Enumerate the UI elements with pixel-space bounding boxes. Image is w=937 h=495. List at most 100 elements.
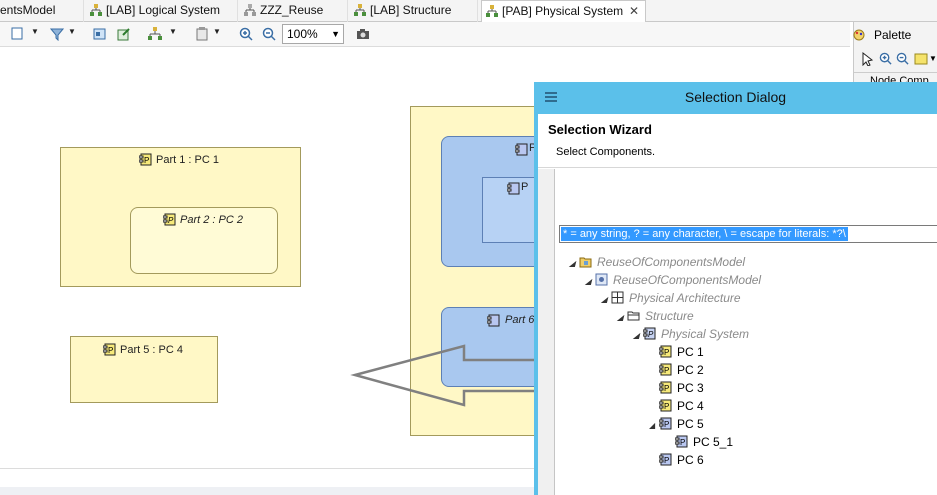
zoom-in-icon[interactable] — [239, 27, 253, 41]
tab-lab-logical-system[interactable]: [LAB] Logical System — [86, 0, 238, 22]
svg-text:P: P — [680, 438, 685, 447]
chevron-down-icon[interactable]: ▼ — [213, 27, 221, 36]
camera-icon[interactable] — [356, 27, 370, 41]
tab-zzz-reuse[interactable]: ZZZ_Reuse — [240, 0, 348, 22]
part-2-box[interactable]: P Part 2 : PC 2 — [130, 207, 278, 274]
expand-arrow-icon[interactable]: ◢ — [633, 328, 643, 344]
tab-label: ZZZ_Reuse — [260, 3, 324, 17]
close-icon[interactable]: ✕ — [629, 1, 639, 21]
diagram-icon — [90, 4, 102, 16]
part-5-title: P Part 5 : PC 4 — [103, 343, 183, 356]
diagram-toolbar: ▼ ▼ ▼ ▼ 100% ▼ — [0, 22, 850, 47]
part-6-title: Part 6 — [505, 314, 535, 326]
chevron-down-icon[interactable]: ▼ — [31, 27, 39, 36]
part-1-box[interactable]: P Part 1 : PC 1 P Part 2 : PC 2 — [60, 147, 301, 287]
expand-arrow-icon[interactable]: ◢ — [601, 292, 611, 308]
tree-item[interactable]: ◢ ReuseOfComponentsModel — [585, 272, 761, 288]
edit-icon[interactable] — [117, 27, 131, 41]
wizard-header: Selection Wizard Select Components. — [538, 114, 937, 168]
diagram-icon — [486, 5, 498, 17]
tree-item[interactable]: P PC 6 — [649, 452, 704, 468]
filter-icon[interactable] — [50, 27, 64, 41]
physical-node-icon: P — [658, 417, 672, 430]
tree-item[interactable]: P PC 4 — [649, 398, 704, 414]
tree-item[interactable]: ◢ P Physical System — [633, 326, 749, 342]
svg-text:P: P — [664, 384, 669, 393]
clipboard-icon[interactable] — [195, 27, 209, 41]
tree-item-label: PC 3 — [677, 381, 704, 395]
tree-item[interactable]: P PC 5_1 — [665, 434, 733, 450]
tree-item-label: Structure — [645, 309, 694, 323]
filter-text: * = any string, ? = any character, \ = e… — [561, 227, 848, 241]
selection-dialog: Selection Dialog Selection Wizard Select… — [534, 82, 937, 495]
component-tree-panel[interactable]: * = any string, ? = any character, \ = e… — [554, 169, 937, 495]
arrange-icon[interactable] — [148, 27, 162, 41]
physical-component-icon: P — [658, 381, 672, 394]
expand-arrow-icon[interactable]: ◢ — [649, 418, 659, 434]
physical-component-icon: P — [103, 343, 116, 356]
scrollbar-track — [0, 487, 537, 495]
note-icon[interactable] — [914, 53, 928, 65]
physical-node-icon — [507, 182, 520, 195]
tree-item-label: PC 5_1 — [693, 435, 734, 449]
wizard-subtitle: Select Components. — [556, 146, 656, 158]
expand-arrow-icon[interactable]: ◢ — [617, 310, 627, 326]
model-icon — [595, 273, 608, 286]
palette-divider — [854, 72, 937, 73]
dialog-title: Selection Dialog — [684, 89, 787, 105]
tree-item[interactable]: P PC 3 — [649, 380, 704, 396]
tree-item-label: PC 4 — [677, 399, 704, 413]
palette-icon — [853, 29, 865, 41]
svg-text:P: P — [664, 348, 669, 357]
tree-item-label: ReuseOfComponentsModel — [597, 255, 746, 269]
chevron-down-icon[interactable]: ▼ — [929, 54, 937, 63]
palette-title: Palette — [874, 28, 912, 42]
svg-text:P: P — [664, 456, 669, 465]
diagram-icon — [244, 4, 256, 16]
palette-panel: Palette ▼ Node Comp — [853, 22, 937, 87]
tab-label: [LAB] Structure — [370, 3, 452, 17]
physical-component-icon: P — [139, 153, 152, 166]
svg-text:P: P — [144, 156, 149, 165]
zoom-out-icon[interactable] — [896, 52, 909, 65]
zoom-level-select[interactable]: 100% ▼ — [282, 24, 344, 44]
chevron-down-icon[interactable]: ▼ — [68, 27, 76, 36]
svg-text:P: P — [108, 346, 113, 355]
physical-node-icon: P — [658, 453, 672, 466]
zoom-in-icon[interactable] — [879, 52, 892, 65]
wizard-title: Selection Wizard — [548, 122, 652, 137]
part-5-box[interactable]: P Part 5 : PC 4 — [70, 336, 218, 403]
physical-node-icon — [515, 143, 528, 156]
physical-component-icon: P — [658, 345, 672, 358]
tree-item-label: PC 1 — [677, 345, 704, 359]
tree-item-label: PC 2 — [677, 363, 704, 377]
tab-pab-physical-system[interactable]: [PAB] Physical System ✕ — [481, 0, 646, 23]
physical-system-icon: P — [642, 327, 656, 340]
zoom-out-icon[interactable] — [262, 27, 276, 41]
architecture-icon — [611, 291, 624, 304]
tree-item[interactable]: P PC 2 — [649, 362, 704, 378]
expand-arrow-icon[interactable]: ◢ — [569, 256, 579, 272]
dialog-body: Selection Wizard Select Components. * = … — [538, 114, 937, 495]
tree-item[interactable]: ◢ Physical Architecture — [601, 290, 741, 306]
svg-text:P: P — [664, 420, 669, 429]
expand-arrow-icon[interactable]: ◢ — [585, 274, 595, 290]
tree-item[interactable]: ◢ P PC 5 — [649, 416, 704, 432]
layer-icon[interactable] — [93, 27, 107, 41]
pointer-icon[interactable] — [862, 52, 874, 66]
zoom-value: 100% — [287, 27, 318, 41]
tree-item[interactable]: ◢ ReuseOfComponentsModel — [569, 254, 745, 270]
svg-text:P: P — [664, 366, 669, 375]
part-1-title: P Part 1 : PC 1 — [139, 153, 219, 166]
canvas-bottom-scrollbar[interactable] — [0, 468, 537, 495]
select-tool-icon[interactable] — [11, 27, 25, 41]
tab-components-model[interactable]: entsModel — [0, 0, 84, 22]
svg-text:P: P — [168, 216, 174, 225]
filter-input[interactable]: * = any string, ? = any character, \ = e… — [559, 225, 937, 243]
tab-lab-structure[interactable]: [LAB] Structure — [350, 0, 478, 22]
chevron-down-icon[interactable]: ▼ — [169, 27, 177, 36]
tree-item[interactable]: ◢ Structure — [617, 308, 694, 324]
part-2-title: P Part 2 : PC 2 — [163, 213, 243, 226]
chevron-down-icon: ▼ — [331, 29, 340, 39]
tree-item[interactable]: P PC 1 — [649, 344, 704, 360]
